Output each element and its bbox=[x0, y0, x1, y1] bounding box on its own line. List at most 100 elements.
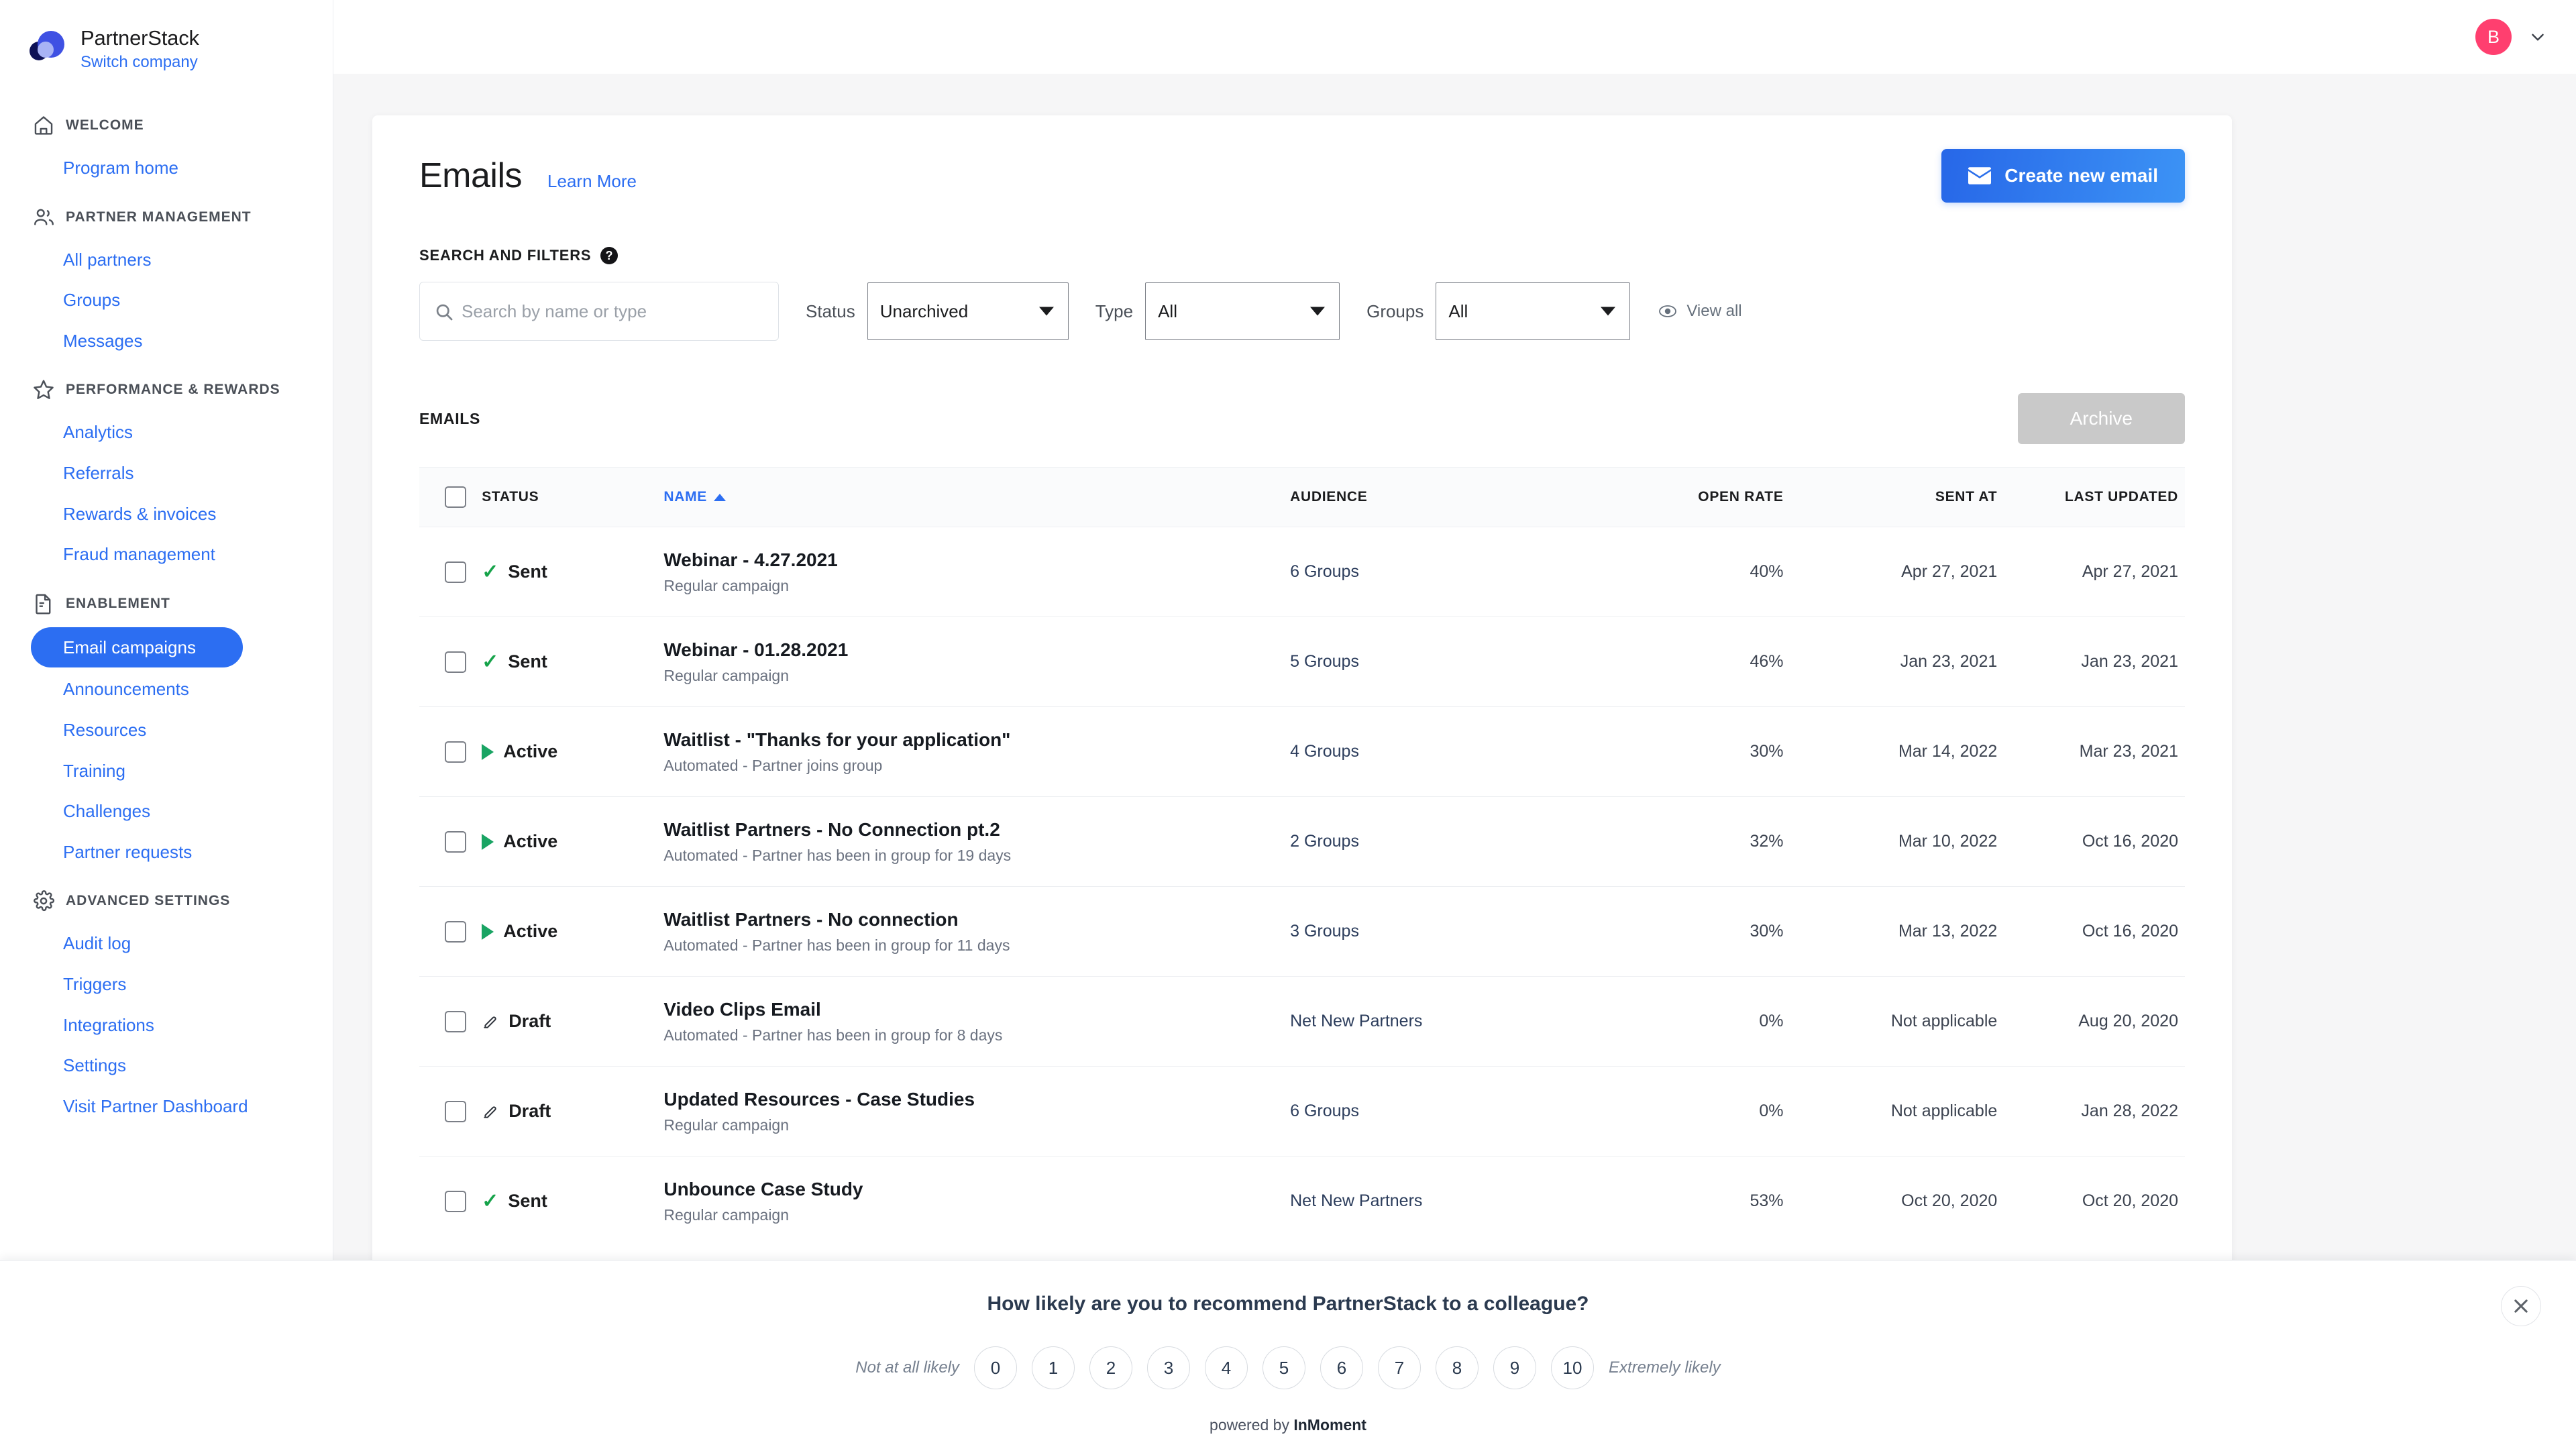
page-title: Emails bbox=[419, 156, 523, 195]
audience-value[interactable]: 3 Groups bbox=[1290, 922, 1359, 941]
row-checkbox[interactable] bbox=[445, 830, 466, 853]
type-filter-select[interactable]: All bbox=[1145, 282, 1340, 340]
row-checkbox[interactable] bbox=[445, 1100, 466, 1122]
table-row[interactable]: Draft Updated Resources - Case Studies Reg… bbox=[419, 1066, 2185, 1157]
chevron-down-icon[interactable] bbox=[2529, 28, 2546, 46]
nps-score-8[interactable]: 8 bbox=[1436, 1346, 1479, 1389]
row-name-cell[interactable]: Video Clips Email Automated - Partner has… bbox=[663, 976, 1291, 1067]
row-status-cell: Active bbox=[482, 886, 664, 977]
column-header-audience[interactable]: AUDIENCE bbox=[1290, 467, 1616, 527]
sidebar-item-all-partners[interactable]: All partners bbox=[0, 239, 333, 280]
row-last-updated-cell: Jan 23, 2021 bbox=[2016, 616, 2185, 707]
nps-close-button[interactable] bbox=[2501, 1286, 2541, 1326]
groups-filter-select[interactable]: All bbox=[1436, 282, 1631, 340]
sidebar-item-visit-partner-dashboard[interactable]: Visit Partner Dashboard bbox=[0, 1086, 333, 1127]
sidebar-item-program-home[interactable]: Program home bbox=[0, 148, 333, 189]
table-row[interactable]: Draft Video Clips Email Automated - Partne… bbox=[419, 976, 2185, 1067]
sidebar-item-groups[interactable]: Groups bbox=[0, 280, 333, 321]
nps-score-10[interactable]: 10 bbox=[1551, 1346, 1595, 1389]
check-icon: ✓ bbox=[482, 1189, 499, 1212]
row-checkbox[interactable] bbox=[445, 1190, 466, 1212]
table-row[interactable]: ✓ Sent Unbounce Case Study Regular campaign… bbox=[419, 1157, 2185, 1246]
row-name-cell[interactable]: Updated Resources - Case Studies Regular … bbox=[663, 1066, 1291, 1157]
audience-value[interactable]: 2 Groups bbox=[1290, 832, 1359, 851]
sidebar-item-rewards-invoices[interactable]: Rewards & invoices bbox=[0, 494, 333, 535]
row-name-cell[interactable]: Webinar - 4.27.2021 Regular campaign bbox=[663, 527, 1291, 617]
nps-score-3[interactable]: 3 bbox=[1147, 1346, 1191, 1389]
row-name-cell[interactable]: Waitlist Partners - No connection Automat… bbox=[663, 886, 1291, 977]
table-row[interactable]: Active Waitlist Partners - No connection A… bbox=[419, 886, 2185, 977]
nps-score-7[interactable]: 7 bbox=[1378, 1346, 1421, 1389]
column-header-open-rate[interactable]: OPEN RATE bbox=[1615, 467, 1803, 527]
row-name-cell[interactable]: Waitlist - "Thanks for your application"… bbox=[663, 706, 1291, 797]
sidebar-item-resources[interactable]: Resources bbox=[0, 710, 333, 751]
row-name-cell[interactable]: Unbounce Case Study Regular campaign bbox=[663, 1157, 1290, 1246]
sidebar-item-integrations[interactable]: Integrations bbox=[0, 1005, 333, 1046]
nps-score-6[interactable]: 6 bbox=[1320, 1346, 1364, 1389]
switch-company-link[interactable]: Switch company bbox=[80, 53, 199, 72]
column-header-status[interactable]: STATUS bbox=[482, 467, 664, 527]
pencil-icon bbox=[482, 1103, 499, 1120]
table-row[interactable]: ✓ Sent Webinar - 4.27.2021 Regular campaign… bbox=[419, 527, 2185, 617]
row-name-cell[interactable]: Webinar - 01.28.2021 Regular campaign bbox=[663, 616, 1291, 707]
select-all-header bbox=[419, 467, 482, 527]
sidebar-item-training[interactable]: Training bbox=[0, 751, 333, 792]
audience-value[interactable]: Net New Partners bbox=[1290, 1191, 1422, 1210]
emails-card: Emails Learn More Create new email SEARC… bbox=[372, 115, 2232, 1323]
row-checkbox[interactable] bbox=[445, 1010, 466, 1032]
status-filter-select[interactable]: Unarchived bbox=[867, 282, 1069, 340]
column-header-sent-at[interactable]: SENT AT bbox=[1802, 467, 2017, 527]
audience-value[interactable]: 4 Groups bbox=[1290, 742, 1359, 761]
sidebar-item-settings[interactable]: Settings bbox=[0, 1045, 333, 1086]
audience-value[interactable]: 6 Groups bbox=[1290, 1102, 1359, 1120]
nps-score-1[interactable]: 1 bbox=[1032, 1346, 1075, 1389]
sidebar-item-referrals[interactable]: Referrals bbox=[0, 453, 333, 494]
nps-score-9[interactable]: 9 bbox=[1493, 1346, 1537, 1389]
table-row[interactable]: ✓ Sent Webinar - 01.28.2021 Regular campaig… bbox=[419, 616, 2185, 707]
row-checkbox[interactable] bbox=[445, 561, 466, 583]
row-checkbox[interactable] bbox=[445, 920, 466, 943]
select-all-checkbox[interactable] bbox=[445, 486, 466, 508]
sidebar-item-messages[interactable]: Messages bbox=[0, 321, 333, 362]
gear-icon bbox=[32, 890, 55, 912]
row-checkbox[interactable] bbox=[445, 741, 466, 763]
nps-scale: Not at all likely 0 1 2 3 4 5 6 7 8 9 10 Extremely l… bbox=[0, 1346, 2576, 1389]
audience-value[interactable]: Net New Partners bbox=[1290, 1012, 1422, 1030]
row-name-cell[interactable]: Waitlist Partners - No Connection pt.2 Au… bbox=[663, 796, 1291, 887]
sidebar-item-partner-requests[interactable]: Partner requests bbox=[0, 832, 333, 873]
row-audience-cell: 2 Groups bbox=[1290, 796, 1616, 887]
type-filter-label: Type bbox=[1095, 301, 1134, 321]
nps-score-0[interactable]: 0 bbox=[974, 1346, 1018, 1389]
audience-value[interactable]: 6 Groups bbox=[1290, 562, 1359, 581]
sidebar-item-announcements[interactable]: Announcements bbox=[0, 669, 333, 710]
status-badge: Draft bbox=[508, 1011, 551, 1031]
row-checkbox[interactable] bbox=[445, 651, 466, 673]
sidebar-item-fraud-management[interactable]: Fraud management bbox=[0, 534, 333, 575]
nps-score-5[interactable]: 5 bbox=[1263, 1346, 1306, 1389]
sidebar-item-analytics[interactable]: Analytics bbox=[0, 412, 333, 453]
nps-score-2[interactable]: 2 bbox=[1089, 1346, 1133, 1389]
brand-header[interactable]: PartnerStack Switch company bbox=[0, 0, 333, 74]
sidebar-item-challenges[interactable]: Challenges bbox=[0, 791, 333, 832]
table-row[interactable]: Active Waitlist Partners - No Connection … bbox=[419, 796, 2185, 887]
column-header-name[interactable]: NAME bbox=[663, 467, 1291, 527]
archive-button[interactable]: Archive bbox=[2017, 393, 2185, 444]
audience-value[interactable]: 5 Groups bbox=[1290, 652, 1359, 671]
row-last-updated-cell: Jan 28, 2022 bbox=[2016, 1066, 2185, 1157]
sidebar-item-audit-log[interactable]: Audit log bbox=[0, 923, 333, 964]
row-status-cell: Draft bbox=[482, 1066, 664, 1157]
create-new-email-button[interactable]: Create new email bbox=[1941, 149, 2185, 203]
table-row[interactable]: Active Waitlist - "Thanks for your applic… bbox=[419, 706, 2185, 797]
help-icon[interactable]: ? bbox=[600, 247, 619, 264]
column-header-last-updated[interactable]: LAST UPDATED bbox=[2016, 467, 2185, 527]
search-input[interactable] bbox=[462, 301, 757, 322]
sidebar-item-triggers[interactable]: Triggers bbox=[0, 964, 333, 1005]
create-new-email-label: Create new email bbox=[2004, 165, 2158, 186]
learn-more-link[interactable]: Learn More bbox=[547, 171, 637, 192]
search-box[interactable] bbox=[419, 282, 779, 341]
envelope-icon bbox=[1968, 167, 1992, 184]
view-all-button[interactable]: View all bbox=[1658, 302, 1742, 321]
avatar[interactable]: B bbox=[2475, 19, 2512, 55]
sidebar-item-email-campaigns[interactable]: Email campaigns bbox=[31, 627, 243, 668]
nps-score-4[interactable]: 4 bbox=[1205, 1346, 1248, 1389]
